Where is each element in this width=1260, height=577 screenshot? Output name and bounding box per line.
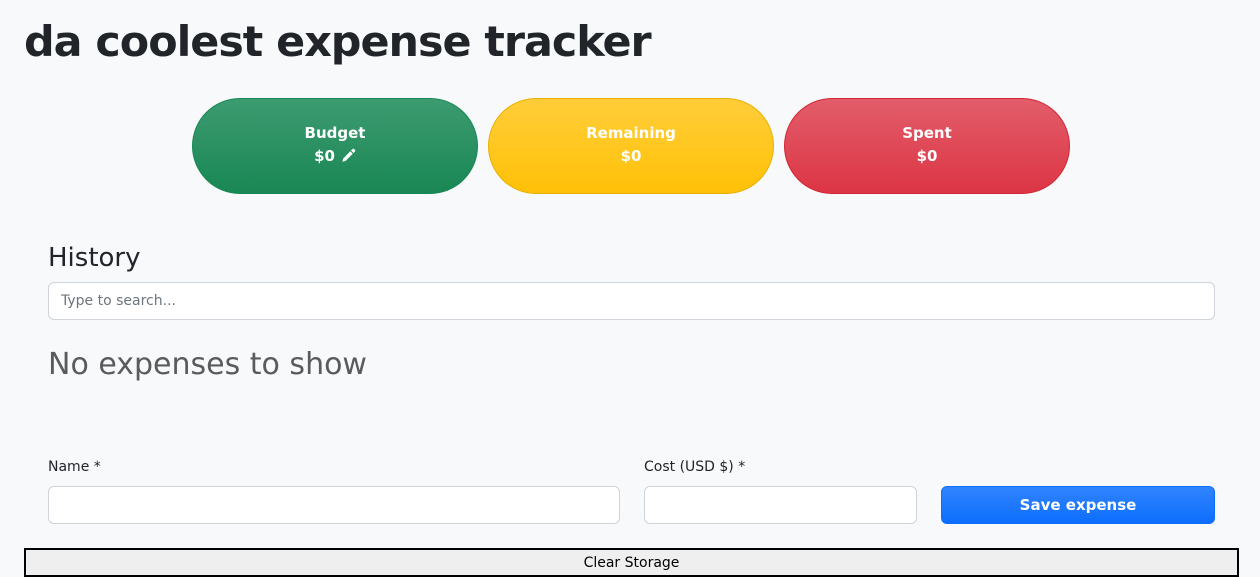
budget-value-row: $0 [314, 147, 356, 165]
cost-label: Cost (USD $) * [644, 459, 746, 475]
name-field[interactable] [48, 486, 620, 524]
budget-label: Budget [304, 123, 366, 142]
pencil-icon[interactable] [341, 148, 356, 163]
history-title: History [48, 243, 141, 273]
clear-storage-button[interactable]: Clear Storage [24, 548, 1239, 577]
name-label: Name * [48, 459, 101, 475]
app-title: da coolest expense tracker [24, 17, 652, 66]
remaining-value: $0 [620, 146, 642, 165]
spent-label: Spent [902, 123, 952, 142]
budget-value: $0 [314, 146, 335, 165]
search-input[interactable] [48, 282, 1215, 320]
remaining-label: Remaining [586, 123, 676, 142]
empty-message: No expenses to show [48, 347, 367, 382]
save-expense-button[interactable]: Save expense [941, 486, 1215, 524]
spent-pill: Spent $0 [784, 98, 1070, 194]
cost-field[interactable] [644, 486, 917, 524]
spent-value: $0 [916, 146, 938, 165]
budget-pill: Budget $0 [192, 98, 478, 194]
summary-pills: Budget $0 Remaining $0 Spent $0 [192, 98, 1072, 196]
remaining-pill: Remaining $0 [488, 98, 774, 194]
